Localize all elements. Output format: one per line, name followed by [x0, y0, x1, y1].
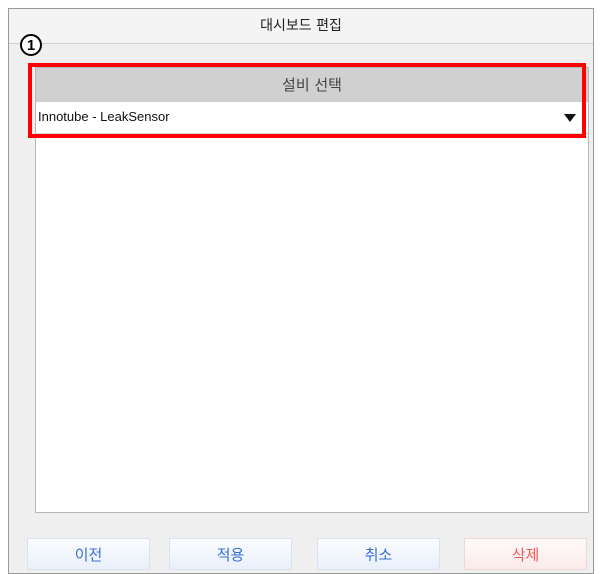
- callout-number-badge: 1: [20, 34, 42, 56]
- content-panel: 설비 선택 Innotube - LeakSensor: [35, 67, 589, 513]
- equipment-select-header: 설비 선택: [36, 68, 588, 102]
- apply-button[interactable]: 적용: [169, 538, 292, 570]
- equipment-select-dropdown[interactable]: Innotube - LeakSensor: [36, 102, 588, 134]
- prev-button[interactable]: 이전: [27, 538, 150, 570]
- dialog-title: 대시보드 편집: [9, 9, 593, 44]
- delete-button[interactable]: 삭제: [464, 538, 587, 570]
- dashboard-edit-dialog: 대시보드 편집 설비 선택 Innotube - LeakSensor 이전 적…: [8, 8, 594, 574]
- cancel-button[interactable]: 취소: [317, 538, 440, 570]
- equipment-select-value: Innotube - LeakSensor: [38, 109, 170, 124]
- chevron-down-icon[interactable]: [564, 114, 576, 122]
